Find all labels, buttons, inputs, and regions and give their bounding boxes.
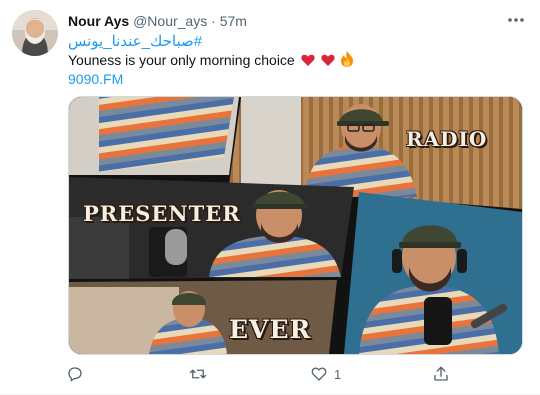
author-handle[interactable]: @Nour_ays	[133, 13, 207, 29]
share-icon	[434, 366, 448, 381]
separator-dot: ·	[211, 13, 216, 29]
avatar[interactable]	[12, 10, 58, 56]
like-button[interactable]: 1	[310, 362, 341, 386]
media-label-presenter: PRESENTER	[83, 201, 241, 226]
fire-emoji-icon	[340, 51, 354, 71]
tweet-text-content: Youness is your only morning choice	[68, 52, 295, 68]
retweet-button[interactable]	[188, 362, 214, 386]
reply-icon	[68, 367, 82, 382]
author-name[interactable]: Nour Ays	[68, 13, 129, 29]
timestamp[interactable]: 57m	[220, 13, 247, 29]
heart-icon	[311, 367, 327, 381]
tweet-header: Nour Ays @Nour_ays · 57m	[68, 12, 247, 30]
more-options-icon[interactable]	[504, 10, 528, 30]
like-count: 1	[334, 366, 342, 382]
share-button[interactable]	[432, 362, 456, 386]
avatar-image	[12, 10, 58, 56]
tweet-link[interactable]: 9090.FM	[68, 70, 123, 88]
tweet-text: Youness is your only morning choice	[68, 51, 354, 71]
heart-emoji-icon	[301, 53, 315, 71]
retweet-icon	[189, 369, 207, 379]
media-label-radio: RADIO	[406, 127, 488, 151]
tweet-media-image[interactable]: RADIO PRESENTER EVER	[68, 96, 523, 355]
hashtag-link[interactable]: #صباحك_عندنا_يونس	[68, 33, 218, 51]
heart-emoji-icon	[320, 53, 335, 71]
tweet[interactable]: Nour Ays @Nour_ays · 57m #صباحك_عندنا_يو…	[0, 0, 540, 395]
media-label-ever: EVER	[229, 315, 312, 344]
tweet-actions: 1	[60, 362, 500, 386]
reply-button[interactable]	[66, 362, 90, 386]
